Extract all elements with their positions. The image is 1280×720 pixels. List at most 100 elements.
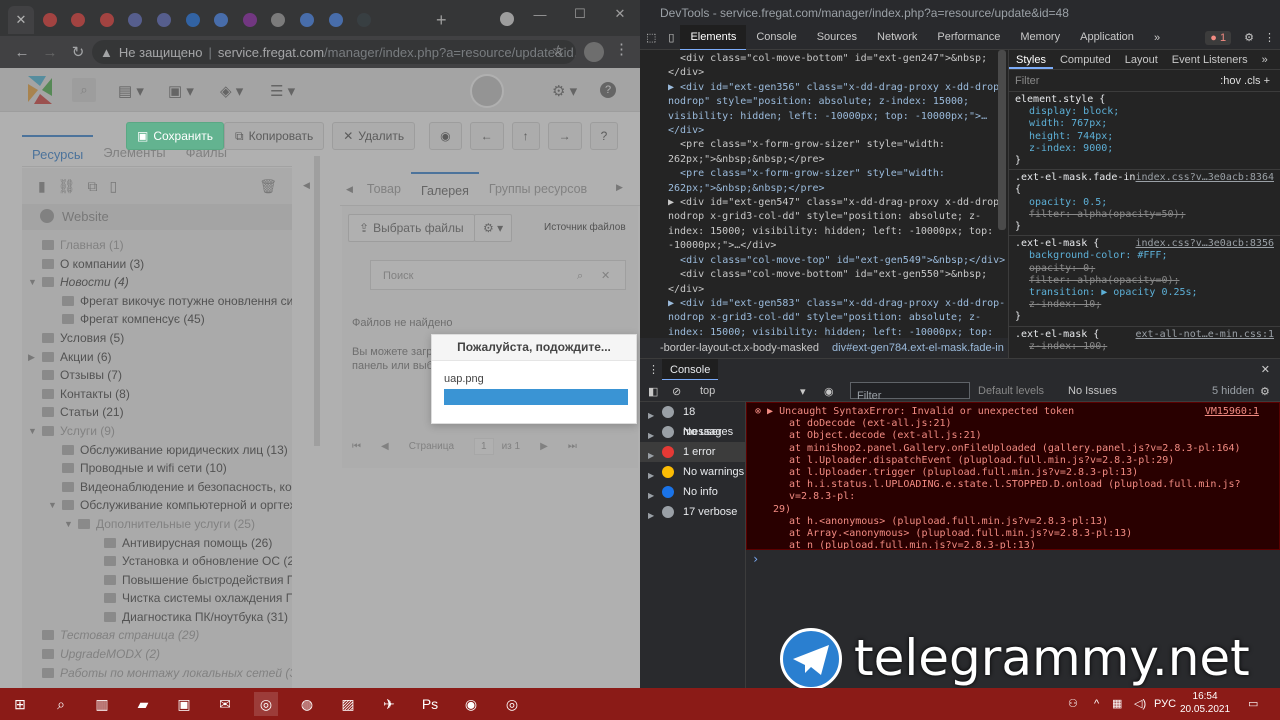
drawer-menu-icon[interactable]: ⋮ xyxy=(648,363,659,376)
stack-frame[interactable]: at miniShop2.panel.Gallery.onFileUploade… xyxy=(789,443,1273,455)
close-drawer-icon[interactable]: ✕ xyxy=(1261,363,1270,376)
css-property[interactable]: transition: ▶ opacity 0.25s; xyxy=(1029,287,1274,299)
dom-node[interactable]: <pre class="x-form-grow-sizer" style="wi… xyxy=(668,138,1008,167)
log-levels-select[interactable]: Default levels xyxy=(978,385,1044,397)
stack-frame[interactable]: at doDecode (ext-all.js:21) xyxy=(789,418,1273,430)
expand-arrow-icon[interactable]: ▶ xyxy=(648,506,654,526)
more-tabs-icon[interactable]: » xyxy=(1144,26,1170,50)
network-icon[interactable]: ▦ xyxy=(1112,688,1122,720)
dom-node[interactable]: ▶ <div id="ext-gen583" class="x-dd-drag-… xyxy=(668,297,1008,338)
mail-icon[interactable]: ✉ xyxy=(213,692,237,716)
console-filter-item[interactable]: ▶ No info xyxy=(640,482,745,502)
css-property[interactable]: opacity: 0.5; xyxy=(1029,197,1274,209)
save-button[interactable]: ▣ Сохранить xyxy=(126,122,224,150)
dom-node[interactable]: ▶ <div id="ext-gen547" class="x-dd-drag-… xyxy=(668,196,1008,254)
css-property[interactable]: display: block; xyxy=(1029,106,1274,118)
styles-tab[interactable]: Event Listeners xyxy=(1165,50,1255,69)
css-property[interactable]: background-color: #FFF; xyxy=(1029,250,1274,262)
devtools-tab[interactable]: Application xyxy=(1070,25,1144,51)
stack-frame[interactable]: at Object.decode (ext-all.js:21) xyxy=(789,430,1273,442)
stack-frame[interactable]: 29) xyxy=(773,504,1273,516)
devtools-tab[interactable]: Memory xyxy=(1010,25,1070,51)
ink-icon[interactable]: ◍ xyxy=(295,692,319,716)
context-dropdown-icon[interactable]: ▾ xyxy=(800,385,806,398)
rule4-source[interactable]: ext-all-not…e-min.css:1 xyxy=(1136,329,1274,341)
error-badge[interactable]: ● 1 xyxy=(1205,30,1232,45)
dom-node[interactable]: <div class="col-move-bottom" id="ext-gen… xyxy=(668,268,1008,297)
styles-tab[interactable]: Layout xyxy=(1118,50,1165,69)
css-property[interactable]: width: 767px; xyxy=(1029,118,1274,130)
clock[interactable]: 16:54 20.05.2021 xyxy=(1180,690,1230,716)
start-button[interactable]: ⊞ xyxy=(8,692,32,716)
volume-icon[interactable]: ◁) xyxy=(1134,688,1146,720)
console-settings-icon[interactable]: ⚙ xyxy=(1260,385,1270,398)
firefox-icon[interactable]: ◉ xyxy=(459,692,483,716)
chrome-dev-icon[interactable]: ◎ xyxy=(500,692,524,716)
devtools-tab[interactable]: Network xyxy=(867,25,927,51)
css-property[interactable]: filter: alpha(opacity=0); xyxy=(1029,275,1274,287)
devtools-tab[interactable]: Sources xyxy=(807,25,867,51)
css-property[interactable]: filter: alpha(opacity=50); xyxy=(1029,209,1274,221)
css-property[interactable]: opacity: 0; xyxy=(1029,263,1274,275)
console-filter-item[interactable]: ▶ No warnings xyxy=(640,462,745,482)
console-drawer-tab[interactable]: Console xyxy=(662,359,719,381)
console-filter-item[interactable]: ▶ 17 verbose xyxy=(640,502,745,522)
sidebar-toggle-icon[interactable]: ◧ xyxy=(648,385,658,398)
css-property[interactable]: z-index: 9000; xyxy=(1029,143,1274,155)
devtools-menu-icon[interactable]: ⋮ xyxy=(1259,26,1280,50)
inspect-icon[interactable]: ⬚ xyxy=(640,26,662,50)
dom-node[interactable]: ▶ <div id="ext-gen356" class="x-dd-drag-… xyxy=(668,81,1008,139)
devtools-settings-icon[interactable]: ⚙ xyxy=(1239,26,1259,50)
rule2-source[interactable]: index.css?v…3e0acb:8364 xyxy=(1136,172,1274,184)
crumb-parent[interactable]: -border-layout-ct.x-body-masked xyxy=(660,342,819,354)
css-property[interactable]: height: 744px; xyxy=(1029,131,1274,143)
store-icon[interactable]: ▣ xyxy=(172,692,196,716)
chrome-icon[interactable]: ◎ xyxy=(254,692,278,716)
stack-frame[interactable]: at l.Uploader.trigger (plupload.full.min… xyxy=(789,467,1273,479)
notifications-icon[interactable]: ▭ xyxy=(1248,688,1258,720)
console-filter-item[interactable]: ▶No user me... xyxy=(640,422,745,458)
people-icon[interactable]: ⚇ xyxy=(1068,688,1078,720)
rule3-source[interactable]: index.css?v…3e0acb:8356 xyxy=(1136,238,1274,250)
hov-cls-buttons[interactable]: :hov .cls + xyxy=(1220,70,1270,92)
issues-button[interactable]: No Issues xyxy=(1068,385,1117,397)
dom-node[interactable]: <div class="col-move-top" id="ext-gen549… xyxy=(668,254,1008,268)
watermark: telegrammy.net xyxy=(776,626,1276,690)
devtools-tab[interactable]: Elements xyxy=(680,24,747,51)
devtools-tab[interactable]: Console xyxy=(746,25,806,51)
console-prompt[interactable]: › xyxy=(752,552,759,566)
css-property[interactable]: z-index: 10; xyxy=(1029,299,1274,311)
error-headline[interactable]: Uncaught SyntaxError: Invalid or unexpec… xyxy=(779,406,1074,417)
telegram-icon[interactable]: ✈ xyxy=(377,692,401,716)
clear-console-icon[interactable]: ⊘ xyxy=(672,385,681,398)
styles-tab[interactable]: Styles xyxy=(1009,50,1053,69)
styles-filter[interactable]: Filter:hov .cls + xyxy=(1009,70,1280,92)
dom-node[interactable]: <div class="col-move-bottom" id="ext-gen… xyxy=(668,52,1008,81)
device-toggle-icon[interactable]: ▯ xyxy=(662,26,680,50)
file-explorer-icon[interactable]: ▰ xyxy=(131,692,155,716)
error-source-link[interactable]: VM15960:1 xyxy=(1205,406,1259,418)
crumb-current[interactable]: div#ext-gen784.ext-el-mask.fade-in xyxy=(832,342,1004,354)
styles-tab[interactable]: Computed xyxy=(1053,50,1118,69)
console-filter-input[interactable]: Filter xyxy=(850,382,970,402)
language-indicator[interactable]: РУС xyxy=(1154,688,1176,720)
css-property[interactable]: z-index: 100; xyxy=(1029,341,1274,353)
console-filter-item[interactable]: ▶ 18 messages xyxy=(640,402,745,438)
task-view-icon[interactable]: ▥ xyxy=(90,692,114,716)
dom-node[interactable]: <pre class="x-form-grow-sizer" style="wi… xyxy=(668,167,1008,196)
context-select[interactable]: top xyxy=(700,385,715,397)
photos-icon[interactable]: ▨ xyxy=(336,692,360,716)
live-expression-icon[interactable]: ◉ xyxy=(824,385,834,398)
console-filter-item[interactable]: ▶ 1 error xyxy=(640,442,745,462)
devtools-tab[interactable]: Performance xyxy=(927,25,1010,51)
photoshop-icon[interactable]: Ps xyxy=(418,692,442,716)
stack-frame[interactable]: at h.i.status.l.UPLOADING.e.state.l.STOP… xyxy=(789,479,1273,503)
stack-frame[interactable]: at h.<anonymous> (plupload.full.min.js?v… xyxy=(789,516,1273,528)
tray-expand-icon[interactable]: ^ xyxy=(1094,688,1099,720)
more-styles-tabs-icon[interactable]: » xyxy=(1255,50,1275,69)
search-icon[interactable]: ⌕ xyxy=(49,692,73,716)
stack-frame[interactable]: at n (plupload.full.min.js?v=2.8.3-pl:13… xyxy=(789,540,1273,549)
stack-frame[interactable]: at Array.<anonymous> (plupload.full.min.… xyxy=(789,528,1273,540)
elements-scrollbar[interactable] xyxy=(998,50,1006,230)
stack-frame[interactable]: at l.Uploader.dispatchEvent (plupload.fu… xyxy=(789,455,1273,467)
